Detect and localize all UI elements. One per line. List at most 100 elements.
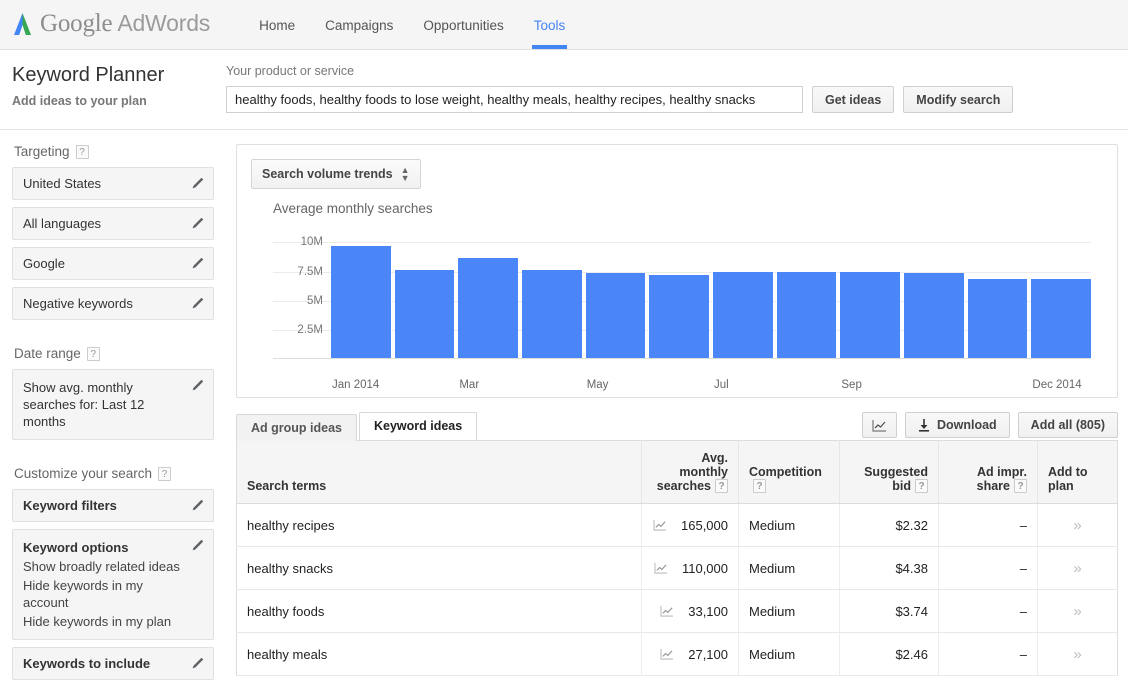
chart-bar[interactable] [904, 272, 964, 359]
line-chart-icon[interactable] [660, 605, 674, 617]
cell-competition: Medium [738, 589, 840, 633]
add-to-plan-button[interactable]: » [1073, 646, 1081, 663]
search-zone: Your product or service Get ideas Modify… [226, 64, 1128, 129]
keyword-option-broadly-related[interactable]: Show broadly related ideas [23, 558, 185, 575]
chart-bar[interactable] [522, 270, 582, 359]
nav-item-tools[interactable]: Tools [519, 18, 581, 49]
add-to-plan-button[interactable]: » [1073, 560, 1081, 577]
get-ideas-button[interactable]: Get ideas [812, 86, 895, 113]
edit-pencil-icon[interactable] [191, 378, 205, 392]
column-header-avg-monthly-searches[interactable]: Avg. monthly searches? [641, 440, 739, 504]
add-all-button[interactable]: Add all (805) [1017, 412, 1118, 438]
volume-cell-content: 27,100 [652, 647, 728, 662]
cell-suggested-bid: $2.46 [839, 632, 939, 676]
chart-view-button[interactable] [861, 412, 897, 438]
edit-pencil-icon[interactable] [191, 256, 205, 270]
sidebar-item-keywords-to-include[interactable]: Keywords to include [12, 647, 214, 680]
edit-pencil-icon[interactable] [191, 176, 205, 190]
help-icon[interactable]: ? [753, 479, 766, 493]
chart-y-tick-label: 5M [307, 294, 323, 307]
table-row[interactable]: healthy recipes 165,000 Medium $2.32– » [236, 503, 1118, 547]
adwords-logo[interactable]: Google AdWords [12, 0, 210, 49]
logo-wordmark: Google AdWords [40, 10, 210, 38]
targeting-heading-label: Targeting [14, 144, 70, 159]
sidebar-item-location[interactable]: United States [12, 167, 214, 200]
chart-bar[interactable] [649, 275, 710, 359]
sidebar-item-keyword-options[interactable]: Keyword options Show broadly related ide… [12, 529, 214, 640]
cell-avg-monthly-searches: 165,000 [641, 503, 739, 547]
chart-metric-dropdown[interactable]: Search volume trends ▲ ▼ [251, 159, 421, 189]
sidebar-item-network-label: Google [23, 256, 65, 271]
help-icon[interactable]: ? [86, 346, 100, 361]
column-label: Competition [749, 465, 822, 479]
add-to-plan-button[interactable]: » [1073, 517, 1081, 534]
add-to-plan-button[interactable]: » [1073, 603, 1081, 620]
logo-adwords-text: AdWords [117, 10, 211, 36]
targeting-heading: Targeting ? [14, 144, 214, 159]
chart-bar[interactable] [585, 272, 646, 359]
volume-cell-content: 165,000 [652, 518, 728, 533]
help-icon[interactable]: ? [715, 479, 728, 493]
sidebar-item-language[interactable]: All languages [12, 207, 214, 240]
help-icon[interactable]: ? [158, 466, 172, 481]
line-chart-icon[interactable] [660, 648, 674, 660]
cell-add-to-plan: » [1037, 503, 1118, 547]
sidebar-item-keyword-options-label: Keyword options [23, 540, 129, 555]
column-header-ad-impr-share[interactable]: Ad impr. share? [938, 440, 1038, 504]
chart-bar[interactable] [331, 245, 391, 359]
chart-bar[interactable] [967, 278, 1028, 359]
table-row[interactable]: healthy snacks 110,000 Medium $4.38– » [236, 546, 1118, 590]
tab-keyword-ideas[interactable]: Keyword ideas [358, 412, 478, 440]
sidebar-item-date-range-label: Show avg. monthly searches for: Last 12 … [23, 380, 145, 429]
nav-item-campaigns[interactable]: Campaigns [310, 18, 408, 49]
chart-y-tick-label: 2.5M [297, 323, 323, 336]
help-icon[interactable]: ? [1014, 479, 1027, 493]
sidebar-item-negative-keywords-label: Negative keywords [23, 296, 133, 311]
date-range-heading: Date range ? [14, 346, 214, 361]
nav-item-home[interactable]: Home [244, 18, 310, 49]
column-header-competition[interactable]: Competition? [738, 440, 840, 504]
cell-add-to-plan: » [1037, 589, 1118, 633]
chart-bar[interactable] [1031, 278, 1092, 359]
edit-pencil-icon[interactable] [191, 538, 205, 552]
keyword-option-hide-account[interactable]: Hide keywords in my account [23, 577, 185, 611]
cell-avg-monthly-searches: 110,000 [641, 546, 739, 590]
volume-cell-content: 33,100 [652, 604, 728, 619]
line-chart-icon[interactable] [654, 562, 668, 574]
chart-bar[interactable] [840, 271, 901, 359]
chart-metric-dropdown-label: Search volume trends [262, 167, 393, 181]
tab-ad-group-ideas[interactable]: Ad group ideas [236, 414, 357, 441]
adwords-logo-icon [14, 13, 31, 35]
sidebar-item-keyword-filters[interactable]: Keyword filters [12, 489, 214, 522]
cell-ad-impr-share: – [938, 589, 1038, 633]
edit-pencil-icon[interactable] [191, 216, 205, 230]
keyword-option-hide-plan[interactable]: Hide keywords in my plan [23, 613, 185, 630]
chart-y-tick-label: 7.5M [297, 265, 323, 278]
chart-bar[interactable] [776, 271, 837, 359]
help-icon[interactable]: ? [75, 144, 89, 159]
line-chart-icon[interactable] [653, 519, 667, 531]
download-button-label: Download [936, 418, 997, 432]
sidebar-item-negative-keywords[interactable]: Negative keywords [12, 287, 214, 320]
table-row[interactable]: healthy meals 27,100 Medium $2.46– » [236, 632, 1118, 676]
help-icon[interactable]: ? [915, 479, 928, 493]
column-header-search-terms[interactable]: Search terms [236, 440, 642, 504]
chart-bar[interactable] [394, 270, 455, 359]
table-row[interactable]: healthy foods 33,100 Medium $3.74– » [236, 589, 1118, 633]
line-chart-icon [872, 419, 886, 432]
product-or-service-input[interactable] [226, 86, 803, 113]
nav-item-opportunities[interactable]: Opportunities [408, 18, 518, 49]
modify-search-button[interactable]: Modify search [903, 86, 1014, 113]
column-header-suggested-bid[interactable]: Suggested bid? [839, 440, 939, 504]
sidebar-item-keyword-filters-label: Keyword filters [23, 498, 117, 513]
edit-pencil-icon[interactable] [191, 296, 205, 310]
chart-bar[interactable] [713, 271, 773, 359]
chevron-updown-icon: ▲ ▼ [400, 165, 410, 183]
cell-competition: Medium [738, 632, 840, 676]
sidebar-item-network[interactable]: Google [12, 247, 214, 280]
chart-bar[interactable] [458, 257, 519, 359]
edit-pencil-icon[interactable] [191, 656, 205, 670]
sidebar-item-date-range[interactable]: Show avg. monthly searches for: Last 12 … [12, 369, 214, 440]
edit-pencil-icon[interactable] [191, 498, 205, 512]
download-button[interactable]: Download [904, 412, 1010, 438]
